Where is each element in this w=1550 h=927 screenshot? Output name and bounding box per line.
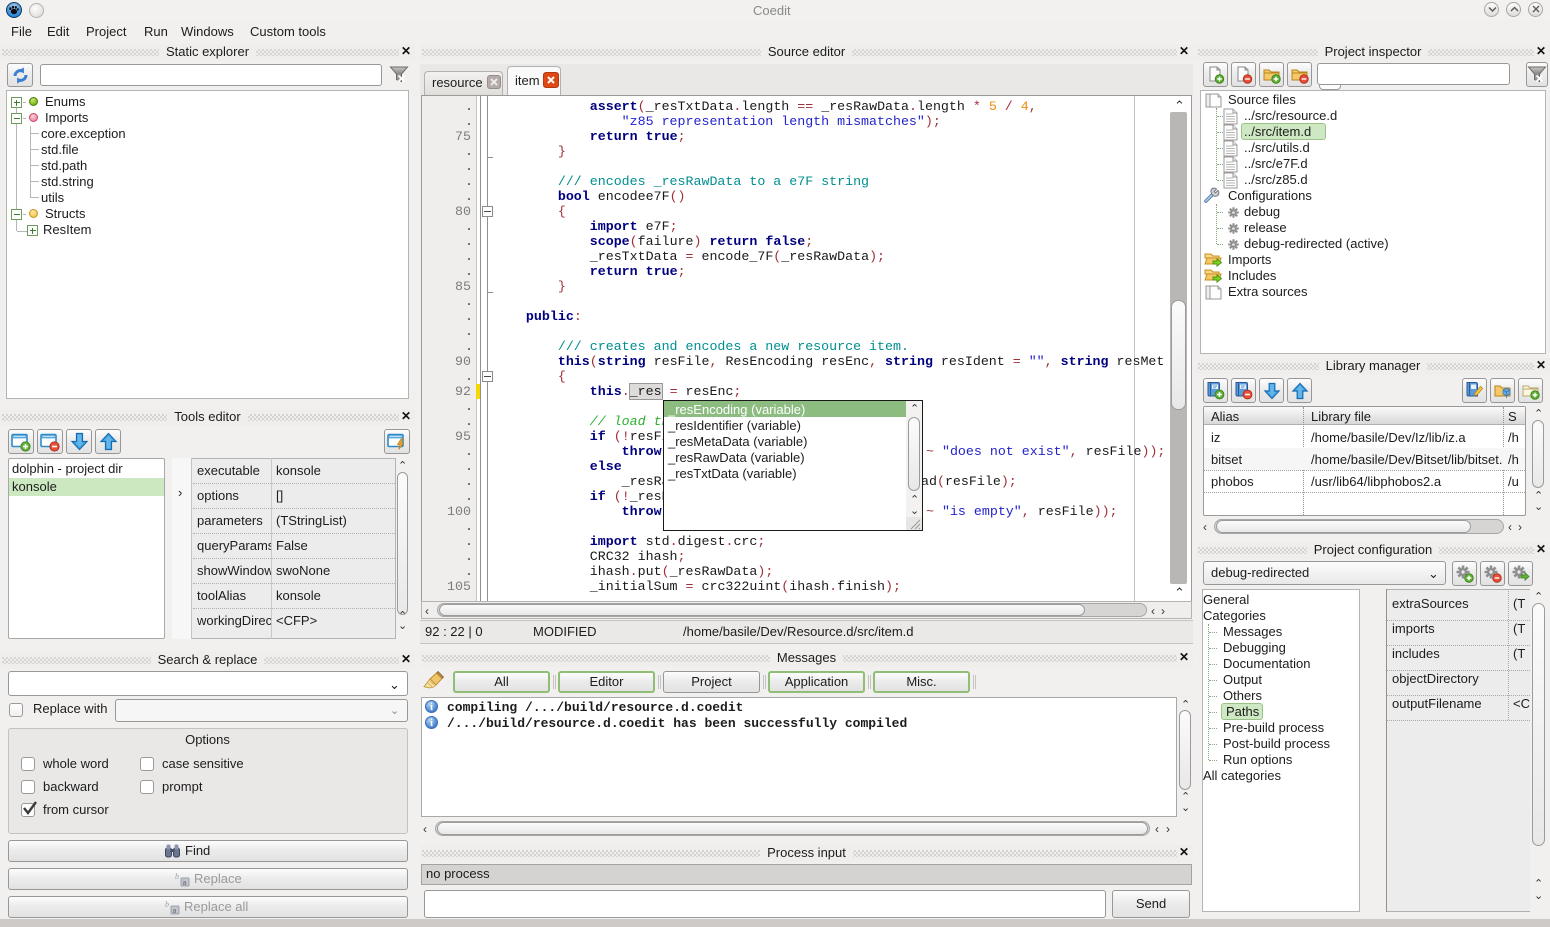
svg-text:a: a	[173, 908, 177, 915]
svg-text:a: a	[183, 880, 187, 887]
svg-text:b: b	[175, 872, 179, 881]
svg-text:b: b	[165, 900, 169, 909]
